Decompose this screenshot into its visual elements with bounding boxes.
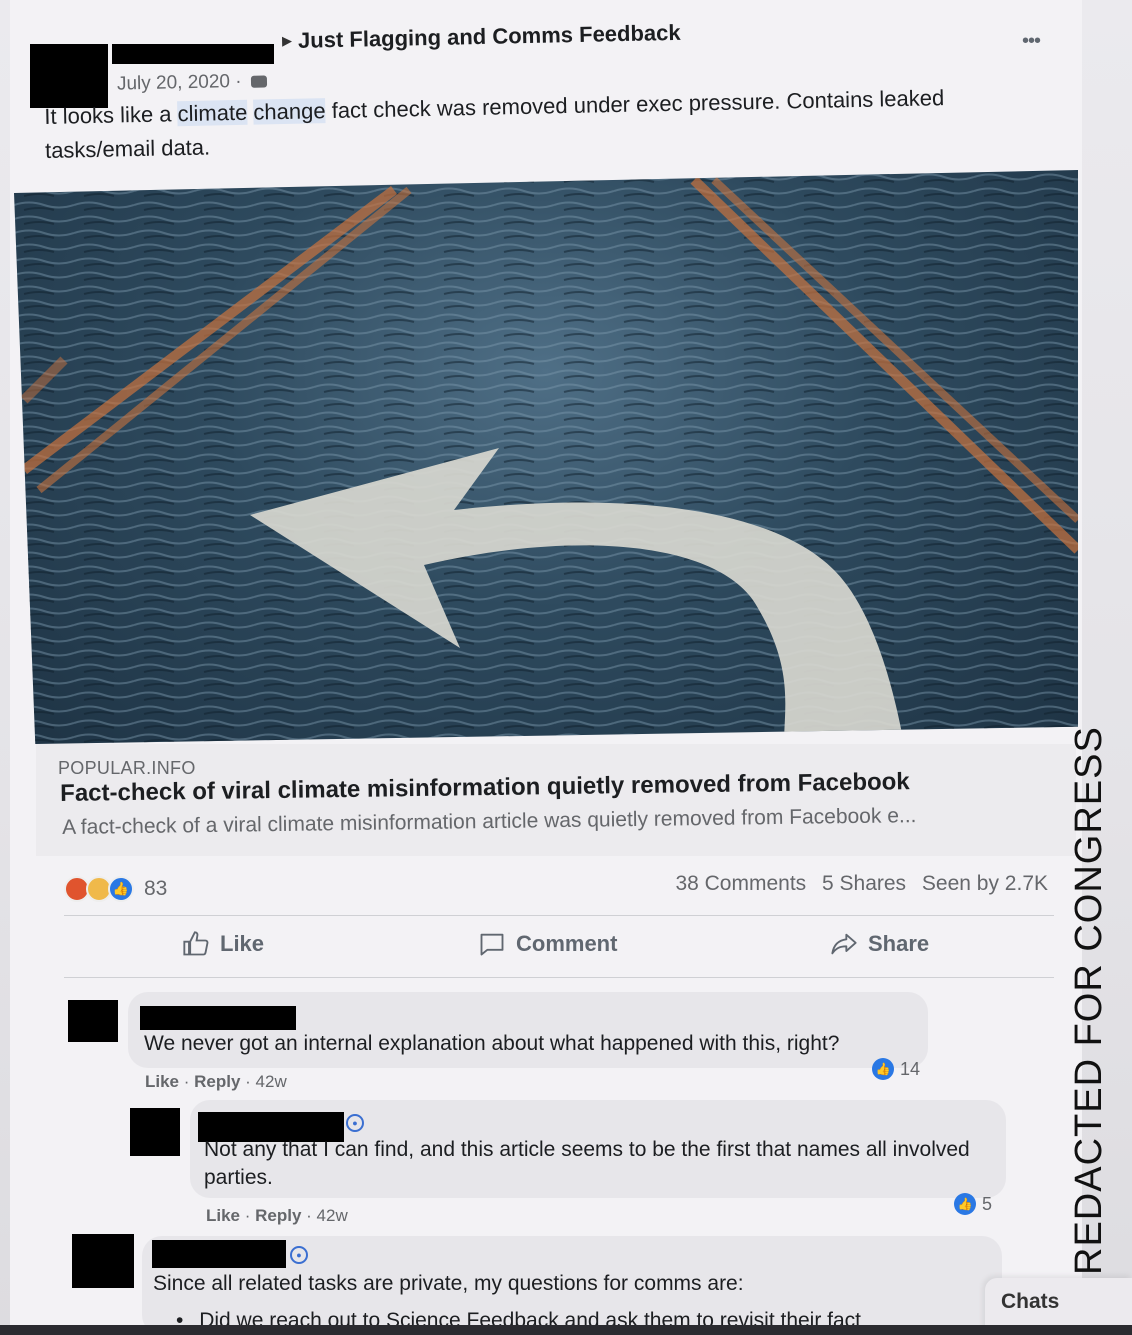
comment-reactions[interactable]: 👍 14 — [872, 1058, 920, 1080]
screen-bezel — [0, 1325, 1132, 1335]
highlight-word[interactable]: climate — [177, 99, 248, 127]
highlight-word[interactable]: change — [253, 98, 326, 125]
seen-by-count[interactable]: Seen by 2.7K — [922, 872, 1048, 895]
comment-reaction-count: 5 — [982, 1193, 993, 1214]
like-reaction-icon: 👍 — [872, 1058, 894, 1080]
redacted-commenter-name — [152, 1240, 286, 1268]
screen: ▶ Just Flagging and Comms Feedback July 2… — [0, 0, 1132, 1335]
link-preview-card[interactable]: POPULAR.INFO Fact-check of viral climate… — [36, 744, 1076, 856]
comment-age[interactable]: 42w — [317, 1206, 348, 1225]
post-group-name[interactable]: ▶ Just Flagging and Comms Feedback — [282, 20, 681, 54]
post-date[interactable]: July 20, 2020 · — [117, 70, 268, 95]
comment-reaction-count: 14 — [900, 1058, 921, 1079]
link-preview-image[interactable] — [14, 170, 1078, 744]
share-arrow-icon — [831, 933, 857, 955]
comment-reactions[interactable]: 👍 5 — [954, 1193, 992, 1215]
admin-badge-icon: ● — [346, 1114, 364, 1132]
thumbs-up-icon — [183, 931, 209, 956]
like-reaction-icon: 👍 — [108, 876, 134, 902]
comments-count[interactable]: 38 Comments — [675, 872, 806, 895]
comment-like-link[interactable]: Like — [206, 1206, 240, 1225]
share-button[interactable]: Share — [830, 930, 929, 958]
shares-count[interactable]: 5 Shares — [822, 872, 906, 895]
comment-meta: Like · Reply · 42w — [145, 1072, 287, 1091]
comment-age[interactable]: 42w — [256, 1072, 287, 1091]
comment-text: We never got an internal explanation abo… — [144, 1032, 840, 1055]
caret-right-icon: ▶ — [281, 32, 293, 49]
like-button-label: Like — [220, 931, 265, 956]
redacted-commenter-avatar — [68, 1000, 118, 1042]
redacted-author-name — [112, 44, 274, 64]
reaction-count[interactable]: 83 — [144, 877, 167, 901]
link-description: A fact-check of a viral climate misinfor… — [62, 804, 917, 839]
like-button[interactable]: Like — [182, 930, 264, 958]
redacted-commenter-avatar — [72, 1234, 134, 1288]
more-options-icon[interactable]: ••• — [1022, 30, 1041, 53]
redacted-for-congress-label: REDACTED FOR CONGRESS — [1068, 726, 1110, 1275]
post-stats-bar: 👍 83 38 Comments 5 Shares Seen by 2.7K — [64, 870, 1054, 916]
group-privacy-icon — [250, 75, 268, 88]
post-card: ▶ Just Flagging and Comms Feedback July 2… — [10, 0, 1082, 1335]
comment-text: Not any that I can find, and this articl… — [204, 1138, 970, 1189]
flooded-road-arrow-image — [14, 170, 1078, 744]
post-date-label[interactable]: July 20, 2020 · — [117, 71, 242, 95]
like-reaction-icon: 👍 — [954, 1193, 976, 1215]
comment-meta: Like · Reply · 42w — [206, 1206, 348, 1225]
comment-button[interactable]: Comment — [478, 930, 617, 958]
redacted-commenter-avatar — [130, 1108, 180, 1156]
group-name-label[interactable]: Just Flagging and Comms Feedback — [298, 20, 681, 53]
comment-reply-link[interactable]: Reply — [194, 1072, 240, 1091]
engagement-counts: 38 Comments 5 Shares Seen by 2.7K — [665, 872, 1048, 896]
post-text-part: It looks like a — [44, 101, 178, 129]
share-button-label: Share — [868, 931, 930, 956]
link-domain: POPULAR.INFO — [58, 758, 196, 778]
redacted-commenter-name — [140, 1006, 296, 1030]
post-actions-bar: Like Comment Share — [64, 920, 1054, 978]
comment-bubble-icon — [480, 933, 504, 956]
comment-reply-link[interactable]: Reply — [255, 1206, 301, 1225]
admin-badge-icon: ● — [290, 1246, 308, 1264]
reactions-summary[interactable]: 👍 83 — [64, 876, 167, 902]
comment-text: Since all related tasks are private, my … — [153, 1272, 744, 1295]
comment-button-label: Comment — [516, 931, 618, 956]
comment-like-link[interactable]: Like — [145, 1072, 179, 1091]
